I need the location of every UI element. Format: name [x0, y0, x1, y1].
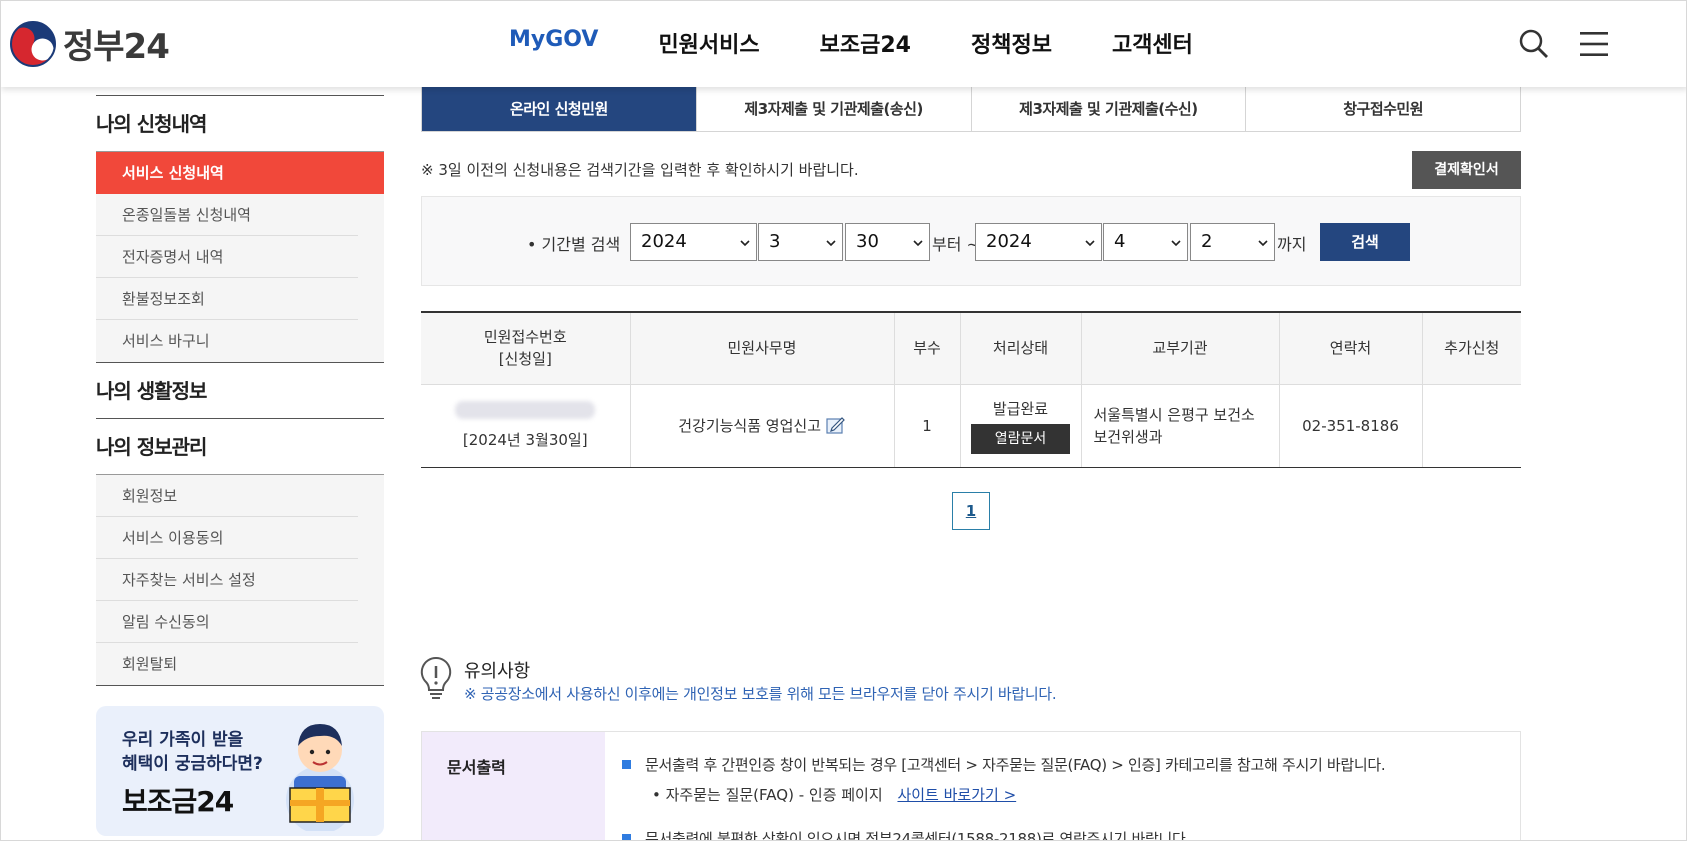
- tab-counter-applications[interactable]: 창구접수민원: [1246, 87, 1520, 131]
- status-cell: 발급완료 열람문서: [960, 384, 1082, 468]
- period-search-box: • 기간별 검색 2024 3 30 부터 ~ 2024 4 2 까지 검색: [421, 196, 1521, 286]
- chevron-down-icon: [913, 240, 923, 247]
- chevron-down-icon: [740, 240, 750, 247]
- chevron-down-icon: [1171, 240, 1181, 247]
- logo[interactable]: 정부24: [9, 19, 170, 68]
- print-info-line: 문서출력 후 간편인증 창이 반복되는 경우 [고객센터 > 자주묻는 질문(F…: [622, 754, 1386, 775]
- sidebar-item-favorite-services[interactable]: 자주찾는 서비스 설정: [96, 559, 358, 601]
- tab-online-applications[interactable]: 온라인 신청민원: [422, 87, 697, 131]
- from-text: 부터 ~: [932, 235, 980, 254]
- sidebar-item-notification-consent[interactable]: 알림 수신동의: [96, 601, 358, 643]
- page-number-button[interactable]: 1: [952, 492, 990, 530]
- table-header-row: 민원접수번호 [신청일] 민원사무명 부수 처리상태 교부기관 연락처 추가신청: [421, 311, 1521, 385]
- col-status: 처리상태: [960, 311, 1082, 385]
- caution-subtitle: ※ 공공장소에서 사용하신 이후에는 개인정보 보호를 위해 모든 브라우저를 …: [464, 685, 1057, 703]
- sidebar: 나의 신청내역 서비스 신청내역 온종일돌봄 신청내역 전자증명서 내역 환불정…: [96, 87, 384, 686]
- bullet-square-icon: [622, 834, 631, 840]
- search-icon[interactable]: [1517, 27, 1551, 61]
- hamburger-menu-icon[interactable]: [1577, 27, 1611, 61]
- chevron-down-icon: [826, 240, 836, 247]
- col-receipt-number: 민원접수번호 [신청일]: [421, 311, 631, 385]
- lightbulb-icon: [420, 656, 452, 699]
- nav-civil-service[interactable]: 민원서비스: [658, 27, 759, 59]
- sidebar-section-title[interactable]: 나의 정보관리: [96, 418, 384, 474]
- caution-title: 유의사항: [464, 661, 531, 682]
- to-month-select[interactable]: 4: [1103, 223, 1188, 261]
- sidebar-list-account: 회원정보 서비스 이용동의 자주찾는 서비스 설정 알림 수신동의 회원탈퇴: [96, 474, 384, 686]
- extra-request-cell: [1422, 384, 1521, 468]
- from-day-select[interactable]: 30: [845, 223, 930, 261]
- service-name-cell: 건강기능식품 영업신고: [630, 384, 895, 468]
- sidebar-item-member-info[interactable]: 회원정보: [96, 475, 358, 517]
- col-service-name: 민원사무명: [630, 311, 895, 385]
- header: 정부24 MyGOV 민원서비스 보조금24 정책정보 고객센터: [1, 1, 1686, 87]
- table-row: [2024년 3월30일] 건강기능식품 영업신고 1 발급완료 열람문서 서울…: [421, 384, 1521, 468]
- sidebar-item-care-applications[interactable]: 온종일돌봄 신청내역: [96, 194, 358, 236]
- sidebar-item-service-basket[interactable]: 서비스 바구니: [96, 320, 358, 362]
- nav-policy-info[interactable]: 정책정보: [971, 27, 1052, 59]
- search-notice: ※ 3일 이전의 신청내용은 검색기간을 입력한 후 확인하시기 바랍니다.: [421, 161, 859, 179]
- contact-cell: 02-351-8186: [1279, 384, 1423, 468]
- sidebar-section-title[interactable]: 나의 신청내역: [96, 95, 384, 151]
- col-contact: 연락처: [1279, 311, 1423, 385]
- sidebar-section-title[interactable]: 나의 생활정보: [96, 362, 384, 418]
- nav-customer-center[interactable]: 고객센터: [1112, 27, 1193, 59]
- tab-third-party-sent[interactable]: 제3자제출 및 기관제출(송신): [697, 87, 972, 131]
- site-shortcut-link[interactable]: 사이트 바로가기 >: [897, 786, 1016, 804]
- edit-document-icon[interactable]: [826, 416, 846, 434]
- sidebar-item-service-consent[interactable]: 서비스 이용동의: [96, 517, 358, 559]
- sidebar-list-applications: 서비스 신청내역 온종일돌봄 신청내역 전자증명서 내역 환불정보조회 서비스 …: [96, 151, 384, 362]
- from-year-select[interactable]: 2024: [630, 223, 757, 261]
- receipt-cell[interactable]: [2024년 3월30일]: [421, 384, 631, 468]
- sidebar-item-withdraw[interactable]: 회원탈퇴: [96, 643, 358, 685]
- col-copies: 부수: [894, 311, 961, 385]
- chevron-down-icon: [1258, 240, 1268, 247]
- page: 정부24 MyGOV 민원서비스 보조금24 정책정보 고객센터 나의 신청내역…: [0, 0, 1687, 841]
- application-tabs: 온라인 신청민원 제3자제출 및 기관제출(송신) 제3자제출 및 기관제출(수…: [421, 87, 1521, 132]
- print-info-box: 문서출력 문서출력 후 간편인증 창이 반복되는 경우 [고객센터 > 자주묻는…: [421, 731, 1521, 840]
- print-faq-line: • 자주묻는 질문(FAQ) - 인증 페이지 사이트 바로가기 >: [652, 786, 1017, 804]
- print-head: 문서출력: [422, 732, 605, 840]
- logo-text: 정부24: [63, 27, 170, 67]
- redacted-receipt-number: [455, 400, 596, 419]
- status-text: 발급완료: [992, 399, 1049, 418]
- person-with-gift-icon: [286, 724, 354, 831]
- nav-subsidy24[interactable]: 보조금24: [820, 27, 911, 59]
- col-extra-request: 추가신청: [1422, 311, 1521, 385]
- main-nav: MyGOV 민원서비스 보조금24 정책정보 고객센터: [509, 27, 1193, 59]
- print-info-line: 문서출력에 불편한 상황이 있으시면 정부24콜센터(1588-2188)로 연…: [622, 828, 1190, 840]
- sidebar-item-service-applications[interactable]: 서비스 신청내역: [96, 152, 384, 194]
- issuing-org-cell: 서울특별시 은평구 보건소 보건위생과: [1081, 384, 1280, 468]
- to-text: 까지: [1277, 235, 1307, 254]
- applications-table: 민원접수번호 [신청일] 민원사무명 부수 처리상태 교부기관 연락처 추가신청 …: [421, 311, 1521, 468]
- period-search-label: • 기간별 검색: [527, 235, 621, 254]
- tab-third-party-received[interactable]: 제3자제출 및 기관제출(수신): [972, 87, 1247, 131]
- bullet-square-icon: [622, 760, 631, 769]
- view-document-button[interactable]: 열람문서: [971, 423, 1070, 454]
- to-day-select[interactable]: 2: [1190, 223, 1275, 261]
- taegeuk-logo-icon: [10, 20, 56, 67]
- copies-cell: 1: [894, 384, 961, 468]
- payment-confirmation-button[interactable]: 결제확인서: [1412, 151, 1521, 189]
- sidebar-item-e-certificates[interactable]: 전자증명서 내역: [96, 236, 358, 278]
- subsidy24-banner[interactable]: 우리 가족이 받을 혜택이 궁금하다면? 보조금24: [96, 706, 384, 836]
- banner-text: 우리 가족이 받을 혜택이 궁금하다면?: [122, 730, 263, 774]
- to-year-select[interactable]: 2024: [975, 223, 1102, 261]
- nav-mygov[interactable]: MyGOV: [509, 27, 598, 59]
- from-month-select[interactable]: 3: [758, 223, 843, 261]
- banner-title: 보조금24: [122, 785, 234, 818]
- search-button[interactable]: 검색: [1320, 223, 1410, 261]
- col-issuing-org: 교부기관: [1081, 311, 1280, 385]
- sidebar-item-refund-info[interactable]: 환불정보조회: [96, 278, 358, 320]
- chevron-down-icon: [1085, 240, 1095, 247]
